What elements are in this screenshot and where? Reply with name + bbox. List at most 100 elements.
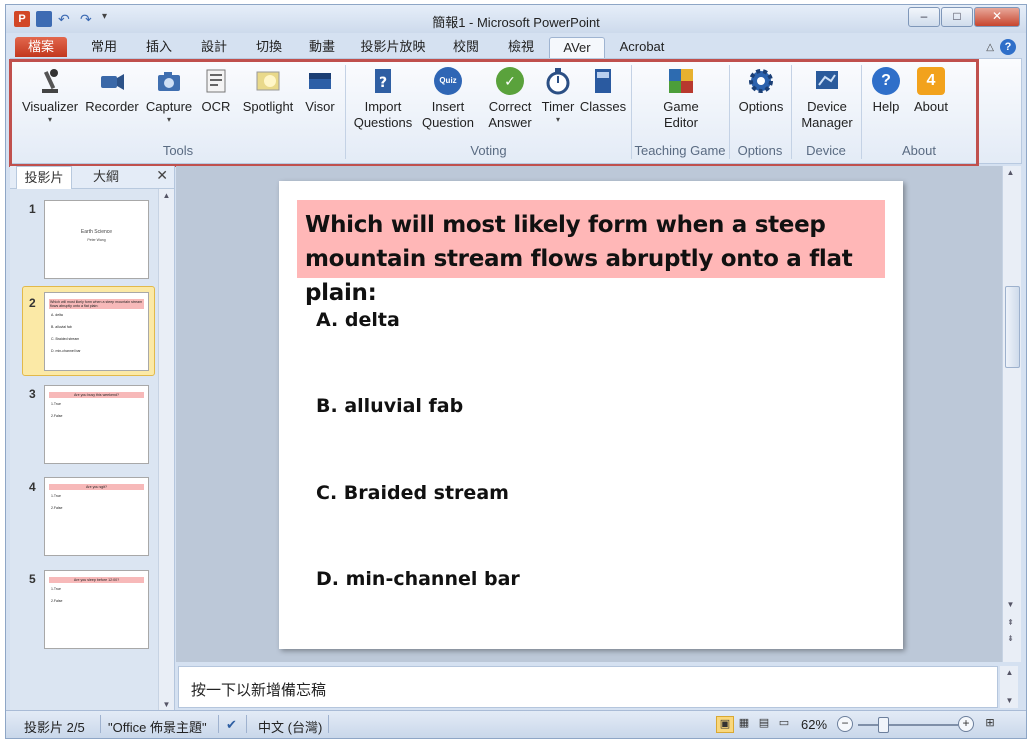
quiz-icon: Quiz	[434, 67, 462, 95]
notes-scrollbar[interactable]: ▲ ▼	[1000, 666, 1018, 708]
previous-slide-icon[interactable]: ⇞	[1003, 616, 1018, 630]
answer-option-a[interactable]: A. delta	[316, 309, 400, 331]
visor-button[interactable]: Visor	[301, 67, 339, 115]
game-editor-button[interactable]: Game Editor	[643, 67, 719, 131]
classes-button[interactable]: Classes	[579, 67, 627, 115]
tab-design[interactable]: 設計	[196, 37, 232, 57]
correct-answer-label-2: Answer	[488, 115, 532, 130]
visualizer-dropdown-icon[interactable]: ▾	[19, 115, 81, 125]
capture-button[interactable]: Capture ▾	[143, 67, 195, 125]
tab-acrobat[interactable]: Acrobat	[612, 37, 672, 57]
device-manager-button[interactable]: Device Manager	[795, 67, 859, 131]
scroll-down-icon[interactable]: ▼	[1002, 694, 1017, 708]
zoom-slider-track[interactable]	[858, 724, 958, 726]
question-band[interactable]: Which will most likely form when a steep…	[297, 200, 885, 306]
spotlight-button[interactable]: Spotlight	[239, 67, 297, 115]
device-manager-label-2: Manager	[801, 115, 853, 130]
slides-pane-scrollbar[interactable]: ▲ ▼	[158, 189, 174, 712]
slide-thumbnail-5[interactable]: Are you sleep before 12:00? 1.True 2.Fal…	[44, 570, 149, 649]
tab-file[interactable]: 檔案	[15, 37, 67, 57]
tab-insert[interactable]: 插入	[141, 37, 177, 57]
thumb-option: A. delta	[51, 313, 63, 317]
about-button[interactable]: 4 About	[909, 67, 953, 115]
zoom-slider-thumb[interactable]	[878, 717, 889, 733]
status-separator	[100, 715, 101, 733]
correct-answer-button[interactable]: ✓ Correct Answer	[481, 67, 539, 131]
scroll-up-icon[interactable]: ▲	[1002, 666, 1017, 680]
classes-label: Classes	[579, 99, 627, 114]
scroll-up-icon[interactable]: ▲	[159, 189, 174, 203]
title-bar: P ↶ ↷ ▾ 簡報1 - Microsoft PowerPoint – □ ✕	[6, 5, 1026, 33]
slides-pane: 投影片 大綱 ✕ 1 Earth Science Peter Wang 2 Wh…	[10, 166, 175, 712]
language[interactable]: 中文 (台灣)	[258, 717, 322, 736]
slide-number: 4	[29, 480, 36, 494]
zoom-out-icon[interactable]: −	[837, 716, 853, 732]
import-questions-button[interactable]: ? Import Questions	[351, 67, 415, 131]
device-manager-label-1: Device	[807, 99, 847, 114]
answer-option-b[interactable]: B. alluvial fab	[316, 395, 463, 417]
slide-thumbnail-3[interactable]: Are you busy this weekend? 1.True 2.Fals…	[44, 385, 149, 464]
status-separator	[218, 715, 219, 733]
timer-button[interactable]: Timer ▾	[539, 67, 577, 125]
stopwatch-icon	[544, 67, 572, 95]
fit-to-window-icon[interactable]: ⊞	[982, 716, 998, 731]
maximize-button[interactable]: □	[941, 7, 973, 27]
recorder-icon	[98, 67, 126, 95]
reading-view-icon[interactable]: ▤	[756, 716, 772, 731]
tab-aver[interactable]: AVer	[549, 37, 605, 58]
options-button[interactable]: Options	[735, 67, 787, 115]
slide-sorter-icon[interactable]: ▦	[736, 716, 752, 731]
slideshow-view-icon[interactable]: ▭	[776, 716, 792, 731]
close-pane-icon[interactable]: ✕	[156, 167, 168, 184]
collapse-ribbon-icon[interactable]: △	[986, 42, 994, 53]
question-text: Which will most likely form when a steep…	[305, 212, 853, 306]
zoom-in-icon[interactable]: +	[958, 716, 974, 732]
thumb-title: Which will most likely form when a steep…	[49, 299, 144, 309]
about-label: About	[914, 99, 948, 114]
scroll-down-icon[interactable]: ▼	[1003, 598, 1018, 612]
zoom-level[interactable]: 62%	[801, 717, 827, 732]
scroll-up-icon[interactable]: ▲	[1003, 166, 1018, 180]
help-button[interactable]: ? Help	[867, 67, 905, 115]
tab-outline[interactable]: 大綱	[82, 166, 130, 188]
current-slide[interactable]: Which will most likely form when a steep…	[279, 181, 903, 649]
tab-view[interactable]: 檢視	[503, 37, 539, 57]
answer-option-c[interactable]: C. Braided stream	[316, 482, 509, 504]
thumb-option: 2.False	[51, 599, 63, 603]
spell-check-icon[interactable]: ✔	[226, 717, 237, 733]
game-editor-icon	[667, 67, 695, 95]
checkmark-icon: ✓	[496, 67, 524, 95]
tab-slides[interactable]: 投影片	[16, 166, 72, 189]
slide-thumbnail-2[interactable]: Which will most likely form when a steep…	[44, 292, 149, 371]
recorder-button[interactable]: Recorder	[83, 67, 141, 115]
visualizer-button[interactable]: Visualizer ▾	[19, 67, 81, 125]
scroll-thumb[interactable]	[1005, 286, 1020, 368]
timer-dropdown-icon[interactable]: ▾	[539, 115, 577, 125]
tab-review[interactable]: 校閱	[448, 37, 484, 57]
visor-icon	[306, 67, 334, 95]
answer-option-d[interactable]: D. min-channel bar	[316, 568, 520, 590]
tab-animations[interactable]: 動畫	[304, 37, 340, 57]
slide-number: 5	[29, 572, 36, 586]
ocr-button[interactable]: OCR	[199, 67, 233, 115]
help-icon: ?	[872, 67, 900, 95]
group-label-device: Device	[806, 143, 846, 158]
close-button[interactable]: ✕	[974, 7, 1020, 27]
next-slide-icon[interactable]: ⇟	[1003, 632, 1018, 646]
tab-home[interactable]: 常用	[86, 37, 122, 57]
capture-dropdown-icon[interactable]: ▾	[143, 115, 195, 125]
help-circle-icon[interactable]: ?	[1000, 39, 1016, 55]
normal-view-icon[interactable]: ▣	[716, 716, 734, 733]
visor-label: Visor	[305, 99, 335, 114]
slide-thumbnail-4[interactable]: Are you sgit? 1.True 2.False	[44, 477, 149, 556]
tab-slideshow[interactable]: 投影片放映	[358, 37, 428, 57]
slide-number: 3	[29, 387, 36, 401]
slide-number: 2	[29, 296, 36, 310]
notes-pane[interactable]: 按一下以新增備忘稿	[178, 666, 998, 708]
insert-question-button[interactable]: Quiz Insert Question	[415, 67, 481, 131]
slide-thumbnail-1[interactable]: Earth Science Peter Wang	[44, 200, 149, 279]
slide-scrollbar[interactable]: ▲ ▼ ⇞ ⇟	[1002, 166, 1021, 662]
thumb-option: 1.True	[51, 494, 61, 498]
minimize-button[interactable]: –	[908, 7, 940, 27]
tab-transitions[interactable]: 切換	[251, 37, 287, 57]
